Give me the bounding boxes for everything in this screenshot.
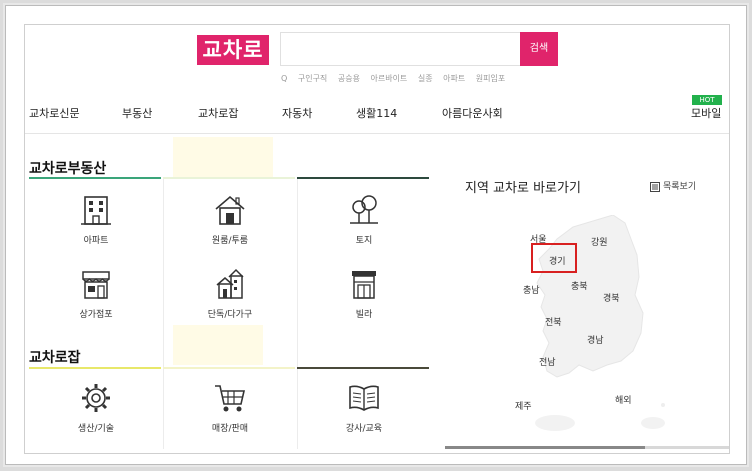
site-logo[interactable]: 교차로 xyxy=(197,35,269,65)
main-nav: 교차로신문 부동산 교차로잡 자동차 생활114 아름다운사회 모바일 xyxy=(25,105,729,127)
jobs-title[interactable]: 교차로잡 xyxy=(29,347,81,367)
category-education[interactable]: 강사/교육 xyxy=(309,381,419,434)
keyword-link[interactable]: 아파트 xyxy=(443,74,465,83)
category-label: 상가점포 xyxy=(79,310,113,320)
category-label: 토지 xyxy=(355,236,373,246)
decor-glow xyxy=(173,325,263,365)
horizontal-scrollbar[interactable] xyxy=(445,446,729,449)
realestate-title[interactable]: 교차로부동산 xyxy=(29,158,106,178)
hot-badge: HOT xyxy=(692,95,722,105)
book-icon xyxy=(349,385,379,411)
region-chungbuk[interactable]: 충북 xyxy=(571,279,588,292)
category-label: 단독/다가구 xyxy=(207,310,253,320)
tree-icon xyxy=(350,195,378,224)
category-label: 생산/기술 xyxy=(77,424,115,434)
cart-icon xyxy=(215,385,246,412)
keyword-link[interactable]: 구인구직 xyxy=(298,74,327,83)
section-rule xyxy=(29,367,161,369)
search-input[interactable] xyxy=(280,32,521,66)
villa-icon xyxy=(352,271,376,299)
category-label: 강사/교육 xyxy=(345,424,383,434)
category-label: 빌라 xyxy=(355,310,373,320)
nav-divider xyxy=(25,133,729,134)
category-label: 원룸/투룸 xyxy=(211,236,249,246)
nav-item-jobs[interactable]: 교차로잡 xyxy=(198,105,238,121)
region-seoul[interactable]: 서울 xyxy=(530,232,547,245)
section-rule xyxy=(297,177,429,179)
list-icon xyxy=(650,181,660,192)
gear-icon xyxy=(82,384,110,412)
category-oneroom[interactable]: 원룸/투룸 xyxy=(175,193,285,246)
category-store[interactable]: 상가점포 xyxy=(41,267,151,320)
nav-item-life114[interactable]: 생활114 xyxy=(356,105,397,121)
decor-glow xyxy=(173,137,273,177)
list-view-label: 목록보기 xyxy=(663,182,697,192)
list-view-link[interactable]: 목록보기 xyxy=(650,179,696,192)
nav-item-cars[interactable]: 자동차 xyxy=(282,105,312,121)
store-icon xyxy=(82,271,110,299)
region-overseas[interactable]: 해외 xyxy=(615,393,632,406)
category-land[interactable]: 토지 xyxy=(309,193,419,246)
popular-keywords: Q 구인구직 공승용 아르바이트 실종 아파트 원피임포 xyxy=(281,73,513,84)
scrollbar-thumb[interactable] xyxy=(445,446,645,449)
apartment-icon xyxy=(81,196,111,225)
region-jeju[interactable]: 제주 xyxy=(515,399,532,412)
category-label: 아파트 xyxy=(83,236,109,246)
section-rule xyxy=(297,367,429,369)
category-sales[interactable]: 매장/판매 xyxy=(175,381,285,434)
section-rule xyxy=(163,367,295,369)
page: 교차로 검색 Q 구인구직 공승용 아르바이트 실종 아파트 원피임포 교차로신… xyxy=(24,24,730,454)
region-gyeongbuk[interactable]: 경북 xyxy=(603,291,620,304)
multi-house-icon xyxy=(216,268,244,299)
keyword-link[interactable]: 실종 xyxy=(418,74,433,83)
keyword-icon: Q xyxy=(281,74,288,83)
category-production[interactable]: 생산/기술 xyxy=(41,381,151,434)
column-divider xyxy=(163,179,164,449)
search-button[interactable]: 검색 xyxy=(520,32,558,66)
nav-item-newspaper[interactable]: 교차로신문 xyxy=(29,105,80,121)
region-chungnam[interactable]: 충남 xyxy=(523,283,540,296)
region-jeonbuk[interactable]: 전북 xyxy=(545,315,562,328)
region-gyeongnam[interactable]: 경남 xyxy=(587,333,604,346)
nav-item-mobile[interactable]: 모바일 xyxy=(691,105,721,121)
category-detached[interactable]: 단독/다가구 xyxy=(175,267,285,320)
region-gangwon[interactable]: 강원 xyxy=(591,235,608,248)
category-label: 매장/판매 xyxy=(211,424,249,434)
browser-frame: 교차로 검색 Q 구인구직 공승용 아르바이트 실종 아파트 원피임포 교차로신… xyxy=(5,5,747,465)
category-apartment[interactable]: 아파트 xyxy=(41,193,151,246)
column-divider xyxy=(297,179,298,449)
keyword-link[interactable]: 아르바이트 xyxy=(370,74,407,83)
category-villa[interactable]: 빌라 xyxy=(309,267,419,320)
section-rule xyxy=(29,177,161,179)
keyword-link[interactable]: 공승용 xyxy=(338,74,360,83)
region-panel-title: 지역 교차로 바로가기 xyxy=(465,181,581,196)
region-gyeonggi[interactable]: 경기 xyxy=(549,254,566,267)
nav-item-realestate[interactable]: 부동산 xyxy=(122,105,152,121)
house-icon xyxy=(215,195,245,225)
nav-item-society[interactable]: 아름다운사회 xyxy=(442,105,503,121)
keyword-link[interactable]: 원피임포 xyxy=(476,74,505,83)
section-rule xyxy=(163,177,295,179)
region-jeonnam[interactable]: 전남 xyxy=(539,355,556,368)
